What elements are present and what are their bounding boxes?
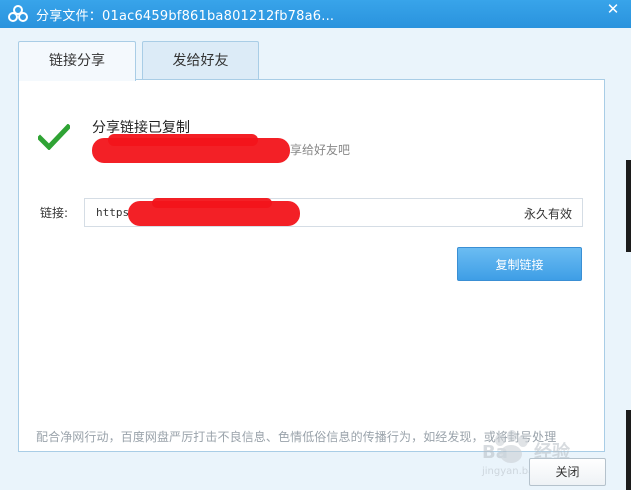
window-title: 分享文件：01ac6459bf861ba801212fb78a6... [36,9,335,24]
link-value[interactable]: https [96,206,129,219]
redaction-mark [108,134,258,146]
tab-link-share[interactable]: 链接分享 [18,41,136,81]
baidu-cloud-icon [8,5,28,22]
checkmark-icon [38,124,70,150]
share-dialog: 分享文件：01ac6459bf861ba801212fb78a6... ✕ 链接… [0,0,631,490]
close-icon[interactable]: ✕ [605,1,621,17]
svg-text:Ba: Ba [482,442,508,463]
redaction-mark [152,198,272,208]
close-button[interactable]: 关闭 [529,458,606,486]
link-validity: 永久有效 [523,207,572,221]
title-bar[interactable]: 分享文件：01ac6459bf861ba801212fb78a6... ✕ [0,0,631,28]
background-edge [626,410,631,490]
link-label: 链接: [40,206,69,220]
background-edge [626,160,631,252]
copy-link-button[interactable]: 复制链接 [457,247,582,281]
tab-send-to-friend[interactable]: 发给好友 [142,41,259,79]
